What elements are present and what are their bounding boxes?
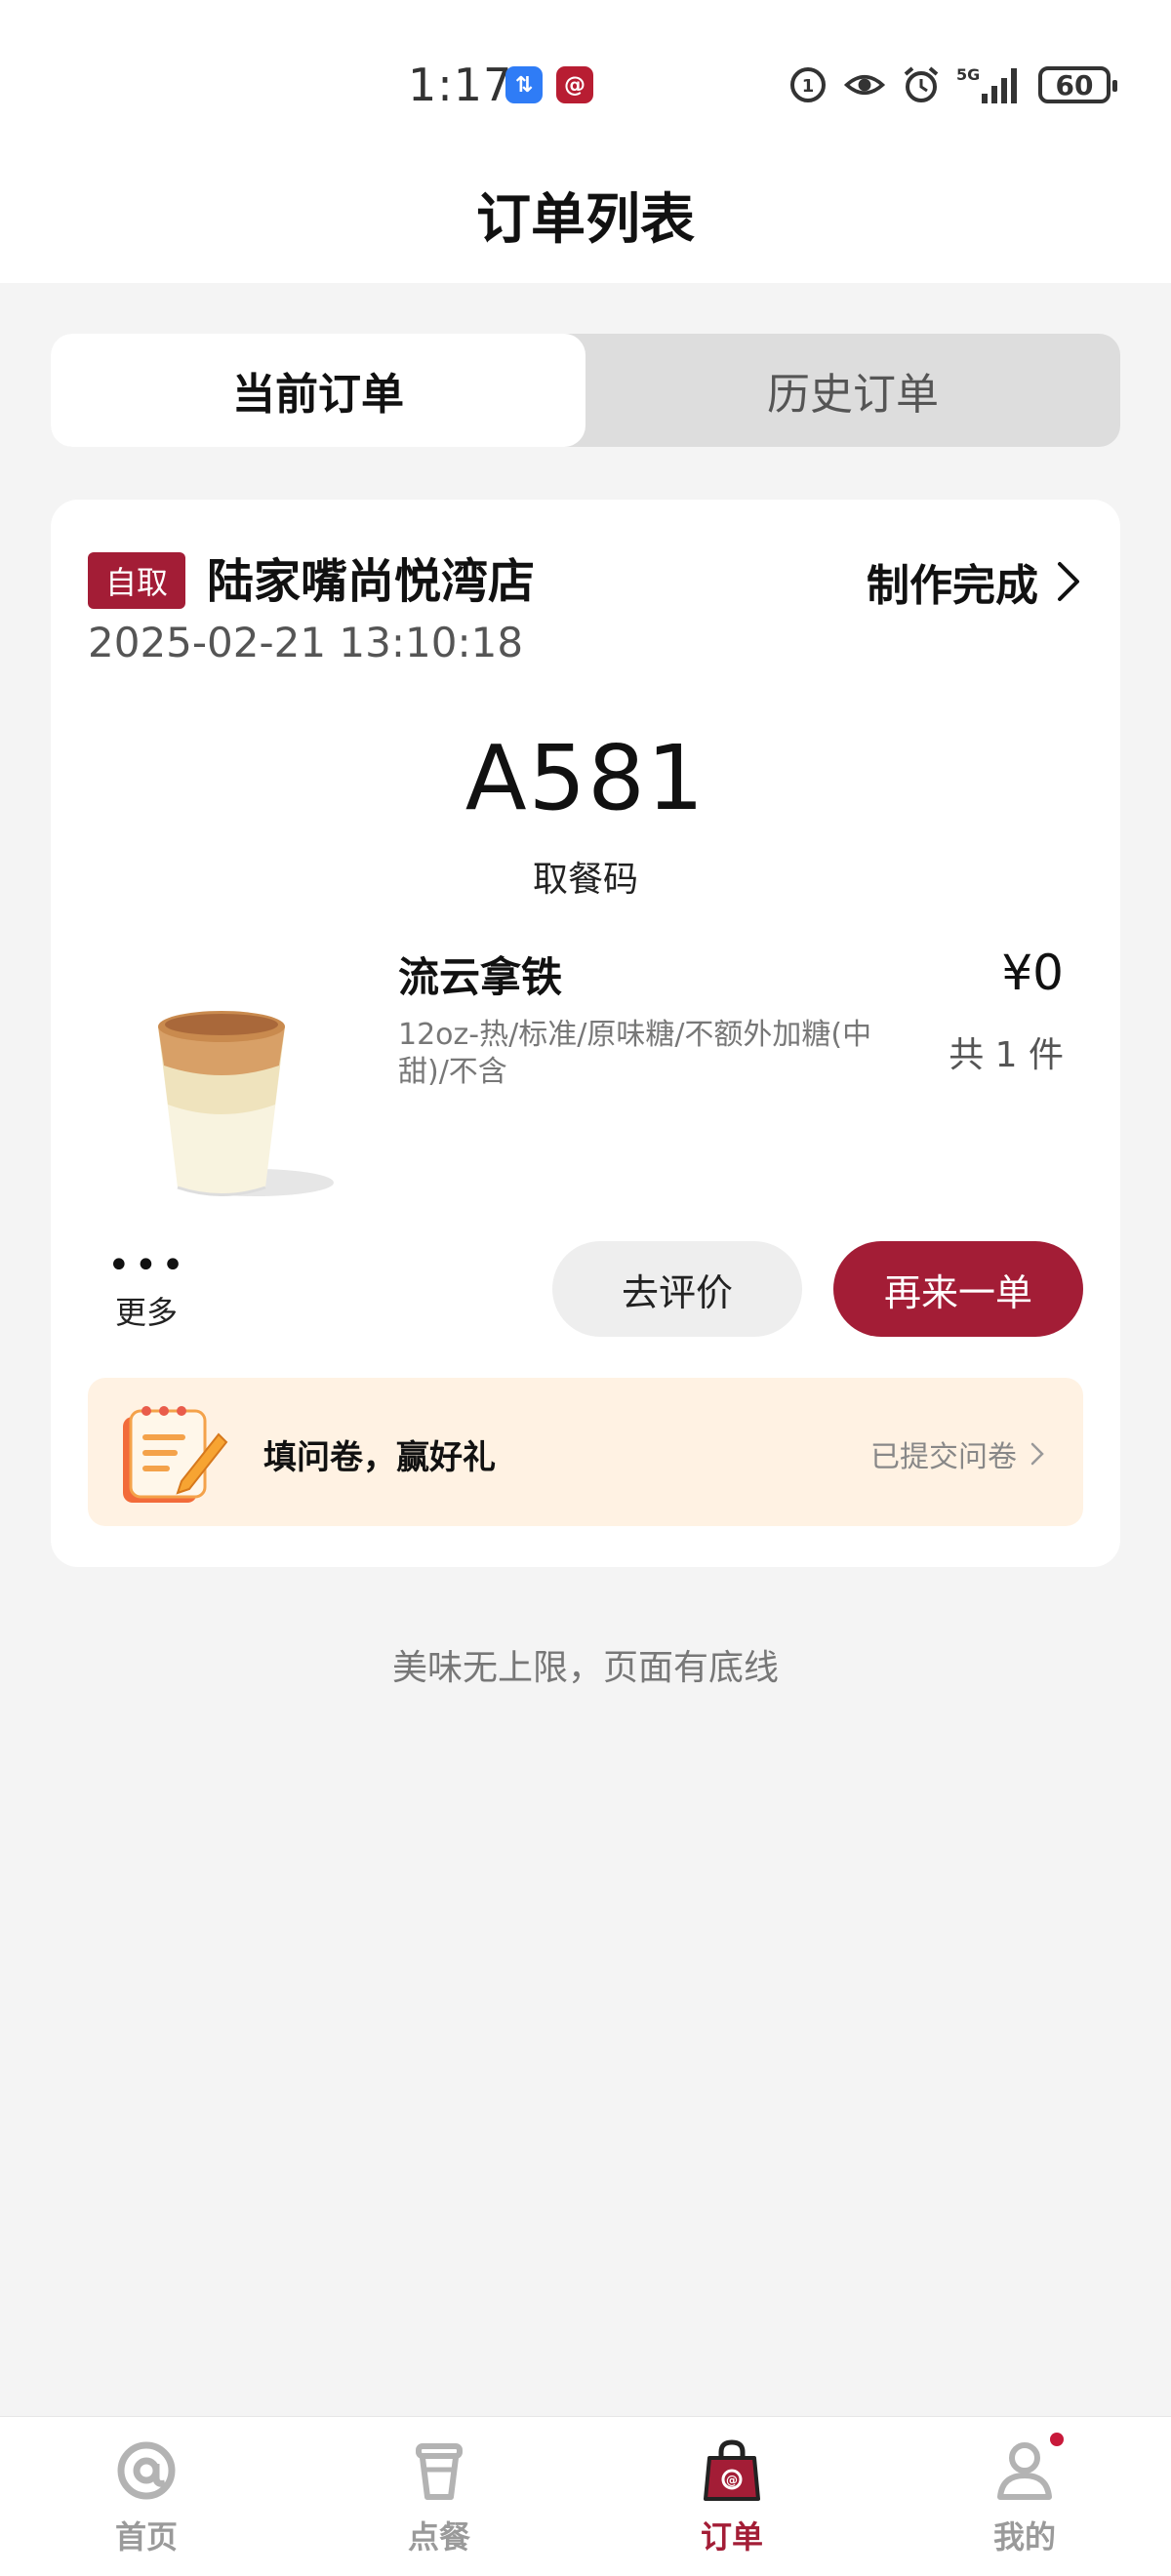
order-status-label: 制作完成: [867, 561, 1038, 611]
order-time: 2025-02-21 13:10:18: [88, 619, 524, 666]
nav-label-home: 首页: [114, 2518, 178, 2556]
luckin-app-icon: @: [556, 66, 593, 103]
nav-label-profile: 我的: [992, 2518, 1056, 2556]
chevron-right-icon: [1030, 1442, 1044, 1466]
survey-text: 填问卷，赢好礼: [263, 1438, 496, 1477]
tab-current-orders[interactable]: 当前订单: [51, 334, 586, 447]
questionnaire-icon: [109, 1395, 230, 1509]
store-name: 陆家嘴尚悦湾店: [207, 554, 536, 609]
cup-icon: [416, 2443, 463, 2500]
product-image: [129, 987, 343, 1222]
survey-banner[interactable]: 填问卷，赢好礼 已提交问卷: [88, 1378, 1083, 1526]
chevron-right-icon: [1058, 562, 1079, 601]
network-label: 5G: [956, 65, 980, 84]
nav-home[interactable]: 首页: [0, 2417, 293, 2576]
alarm-icon: [900, 63, 943, 106]
survey-submitted-link[interactable]: 已提交问卷: [870, 1432, 1044, 1475]
transfer-app-icon: ⇅: [505, 66, 543, 103]
survey-link-label: 已提交问卷: [870, 1440, 1017, 1474]
more-dots-icon: •••: [107, 1243, 188, 1288]
eye-icon: [843, 63, 886, 106]
svg-text:1: 1: [802, 76, 815, 97]
pickup-code-label: 取餐码: [532, 860, 638, 900]
signal-icon: 5G: [956, 63, 1025, 106]
order-tabs: 当前订单 历史订单: [51, 334, 1120, 447]
page-title: 订单列表: [476, 188, 695, 252]
status-bar: 1:17 ⇅ @ 1 5G 60: [0, 0, 1171, 166]
battery-level: 60: [1055, 68, 1094, 101]
review-button[interactable]: 去评价: [552, 1241, 802, 1337]
nav-orders[interactable]: @ 订单: [586, 2417, 878, 2576]
svg-text:@: @: [726, 2474, 738, 2487]
order-list-page: 1:17 ⇅ @ 1 5G 60 订单列表 当前订单 历史订单 自取 陆家嘴尚悦…: [0, 0, 1171, 2576]
profile-icon: [997, 2442, 1052, 2500]
home-at-icon: [117, 2441, 176, 2500]
nav-order[interactable]: 点餐: [293, 2417, 586, 2576]
product-spec: 12oz-热/标准/原味糖/不额外加糖(中甜)/不含: [398, 1018, 872, 1089]
reorder-button[interactable]: 再来一单: [833, 1241, 1083, 1337]
order-status-link[interactable]: 制作完成: [867, 550, 1081, 613]
status-icons: 1 5G 60: [787, 60, 1117, 109]
pickup-code: A581: [464, 726, 707, 830]
more-button[interactable]: ••• 更多: [107, 1243, 188, 1333]
more-label: 更多: [114, 1294, 178, 1331]
status-time: 1:17: [408, 59, 513, 111]
bottom-nav: 首页 点餐 @ 订单 我的: [0, 2416, 1171, 2576]
nav-label-order: 点餐: [407, 2518, 470, 2556]
end-of-list-note: 美味无上限，页面有底线: [391, 1648, 779, 1688]
bag-icon: @: [704, 2439, 760, 2501]
product-name: 流云拿铁: [398, 953, 563, 1001]
product-quantity: 共 1 件: [949, 1035, 1064, 1075]
tab-history-orders[interactable]: 历史订单: [586, 334, 1120, 447]
order-card[interactable]: 自取 陆家嘴尚悦湾店 制作完成 2025-02-21 13:10:18 A581…: [51, 500, 1120, 1567]
product-price: ¥0: [1001, 945, 1064, 1001]
nav-profile[interactable]: 我的: [878, 2417, 1171, 2576]
battery-icon: 60: [1038, 66, 1117, 103]
notification-dot: [1050, 2433, 1064, 2446]
hd-icon: 1: [787, 63, 829, 106]
nav-label-orders: 订单: [700, 2518, 763, 2556]
pickup-type-badge: 自取: [88, 552, 185, 609]
